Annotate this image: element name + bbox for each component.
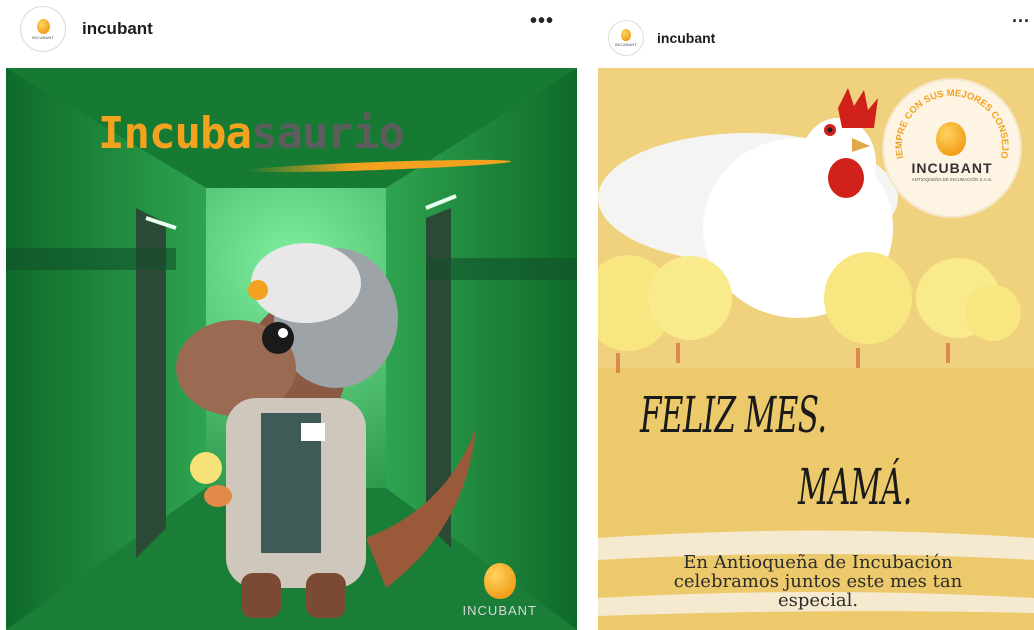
egg-logo-icon (483, 563, 516, 599)
brand-logo-text: INCUBANT (462, 603, 537, 618)
greeting-line-2: MAMÁ. (798, 458, 913, 516)
more-options-icon[interactable]: ••• (530, 10, 554, 33)
seal-subtitle: ANTIOQUEÑA DE INCUBACIÓN S.A.S. (911, 177, 993, 182)
seal-brand: INCUBANT (911, 160, 993, 176)
username[interactable]: incubant (657, 30, 715, 46)
post-header: INCUBANT incubant (596, 20, 1034, 56)
post-image[interactable]: SIEMPRE CON SUS MEJORES CONSEJOS INCUBAN… (598, 68, 1034, 630)
avatar[interactable]: INCUBANT (608, 20, 644, 56)
brand-logo: INCUBANT (463, 563, 537, 618)
more-options-icon[interactable]: ... (1012, 6, 1030, 27)
post-header: INCUBANT incubant (0, 6, 586, 52)
egg-logo-icon (36, 18, 50, 34)
egg-logo-icon (621, 29, 631, 41)
avatar-label: INCUBANT (31, 34, 55, 40)
brand-seal: SIEMPRE CON SUS MEJORES CONSEJOS INCUBAN… (884, 80, 1020, 216)
image-title: Incubasaurio (98, 108, 405, 159)
title-part-2: saurio (250, 108, 405, 159)
greeting-message: En Antioqueña de Incubación celebramos j… (673, 552, 963, 611)
greeting-line-1: FELIZ MES. (640, 386, 827, 444)
title-part-1: Incuba (98, 108, 252, 159)
post-image[interactable]: Incubasaurio INCUBANT (6, 68, 577, 630)
username[interactable]: incubant (82, 19, 153, 39)
avatar[interactable]: INCUBANT (20, 6, 66, 52)
post-feliz-mes: INCUBANT incubant ... IEMPRE CON SUS MEJ… (596, 0, 1034, 630)
egg-logo-icon (936, 122, 966, 156)
post-incubasaurio: INCUBANT incubant ••• Incubasaurio INCUB… (0, 0, 586, 630)
avatar-label: INCUBANT (614, 42, 638, 47)
